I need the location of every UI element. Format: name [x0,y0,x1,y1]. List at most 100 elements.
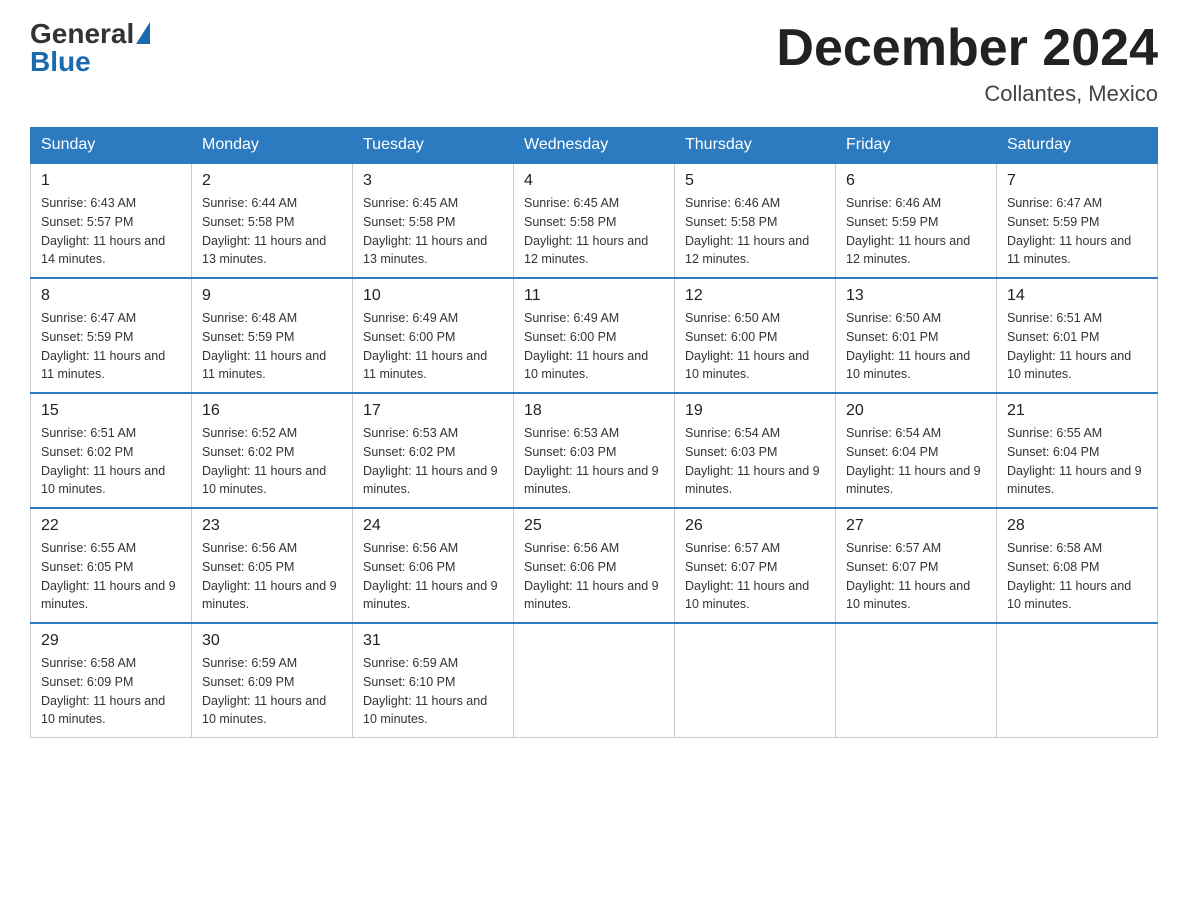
calendar-week-row: 1 Sunrise: 6:43 AMSunset: 5:57 PMDayligh… [31,163,1158,278]
day-info: Sunrise: 6:52 AMSunset: 6:02 PMDaylight:… [202,426,326,496]
day-info: Sunrise: 6:56 AMSunset: 6:06 PMDaylight:… [363,541,498,611]
day-number: 4 [524,172,664,190]
calendar-header-friday: Friday [836,128,997,164]
calendar-week-row: 22 Sunrise: 6:55 AMSunset: 6:05 PMDaylig… [31,508,1158,623]
calendar-header-row: SundayMondayTuesdayWednesdayThursdayFrid… [31,128,1158,164]
calendar-cell [675,623,836,738]
calendar-cell: 31 Sunrise: 6:59 AMSunset: 6:10 PMDaylig… [353,623,514,738]
day-info: Sunrise: 6:49 AMSunset: 6:00 PMDaylight:… [524,311,648,381]
day-info: Sunrise: 6:57 AMSunset: 6:07 PMDaylight:… [685,541,809,611]
day-info: Sunrise: 6:49 AMSunset: 6:00 PMDaylight:… [363,311,487,381]
day-info: Sunrise: 6:51 AMSunset: 6:01 PMDaylight:… [1007,311,1131,381]
calendar-week-row: 15 Sunrise: 6:51 AMSunset: 6:02 PMDaylig… [31,393,1158,508]
day-info: Sunrise: 6:43 AMSunset: 5:57 PMDaylight:… [41,196,165,266]
calendar-cell: 7 Sunrise: 6:47 AMSunset: 5:59 PMDayligh… [997,163,1158,278]
calendar-cell: 17 Sunrise: 6:53 AMSunset: 6:02 PMDaylig… [353,393,514,508]
calendar-header-wednesday: Wednesday [514,128,675,164]
day-info: Sunrise: 6:48 AMSunset: 5:59 PMDaylight:… [202,311,326,381]
calendar-cell: 23 Sunrise: 6:56 AMSunset: 6:05 PMDaylig… [192,508,353,623]
day-info: Sunrise: 6:54 AMSunset: 6:04 PMDaylight:… [846,426,981,496]
day-number: 15 [41,402,181,420]
day-number: 14 [1007,287,1147,305]
day-number: 2 [202,172,342,190]
calendar-cell: 11 Sunrise: 6:49 AMSunset: 6:00 PMDaylig… [514,278,675,393]
day-number: 30 [202,632,342,650]
day-number: 20 [846,402,986,420]
day-info: Sunrise: 6:53 AMSunset: 6:03 PMDaylight:… [524,426,659,496]
logo-triangle-icon [136,22,150,44]
day-info: Sunrise: 6:45 AMSunset: 5:58 PMDaylight:… [524,196,648,266]
day-number: 31 [363,632,503,650]
day-info: Sunrise: 6:45 AMSunset: 5:58 PMDaylight:… [363,196,487,266]
logo-general-text: General [30,20,134,48]
calendar-cell: 25 Sunrise: 6:56 AMSunset: 6:06 PMDaylig… [514,508,675,623]
day-number: 17 [363,402,503,420]
calendar-cell: 12 Sunrise: 6:50 AMSunset: 6:00 PMDaylig… [675,278,836,393]
day-info: Sunrise: 6:51 AMSunset: 6:02 PMDaylight:… [41,426,165,496]
day-info: Sunrise: 6:54 AMSunset: 6:03 PMDaylight:… [685,426,820,496]
calendar-cell: 5 Sunrise: 6:46 AMSunset: 5:58 PMDayligh… [675,163,836,278]
calendar-cell: 16 Sunrise: 6:52 AMSunset: 6:02 PMDaylig… [192,393,353,508]
day-info: Sunrise: 6:50 AMSunset: 6:00 PMDaylight:… [685,311,809,381]
calendar-cell: 13 Sunrise: 6:50 AMSunset: 6:01 PMDaylig… [836,278,997,393]
calendar-cell: 2 Sunrise: 6:44 AMSunset: 5:58 PMDayligh… [192,163,353,278]
calendar-cell: 24 Sunrise: 6:56 AMSunset: 6:06 PMDaylig… [353,508,514,623]
day-number: 12 [685,287,825,305]
calendar-header-tuesday: Tuesday [353,128,514,164]
day-info: Sunrise: 6:55 AMSunset: 6:05 PMDaylight:… [41,541,176,611]
day-number: 21 [1007,402,1147,420]
day-number: 25 [524,517,664,535]
day-number: 23 [202,517,342,535]
day-number: 13 [846,287,986,305]
calendar-cell: 14 Sunrise: 6:51 AMSunset: 6:01 PMDaylig… [997,278,1158,393]
day-info: Sunrise: 6:53 AMSunset: 6:02 PMDaylight:… [363,426,498,496]
day-number: 28 [1007,517,1147,535]
day-info: Sunrise: 6:46 AMSunset: 5:58 PMDaylight:… [685,196,809,266]
calendar-header-saturday: Saturday [997,128,1158,164]
location-subtitle: Collantes, Mexico [776,81,1158,107]
calendar-cell: 15 Sunrise: 6:51 AMSunset: 6:02 PMDaylig… [31,393,192,508]
page-header: General Blue December 2024 Collantes, Me… [30,20,1158,107]
day-info: Sunrise: 6:58 AMSunset: 6:09 PMDaylight:… [41,656,165,726]
calendar-cell [514,623,675,738]
day-number: 7 [1007,172,1147,190]
day-info: Sunrise: 6:59 AMSunset: 6:10 PMDaylight:… [363,656,487,726]
calendar-week-row: 29 Sunrise: 6:58 AMSunset: 6:09 PMDaylig… [31,623,1158,738]
calendar-cell: 19 Sunrise: 6:54 AMSunset: 6:03 PMDaylig… [675,393,836,508]
day-info: Sunrise: 6:55 AMSunset: 6:04 PMDaylight:… [1007,426,1142,496]
calendar-cell: 26 Sunrise: 6:57 AMSunset: 6:07 PMDaylig… [675,508,836,623]
day-number: 18 [524,402,664,420]
day-info: Sunrise: 6:50 AMSunset: 6:01 PMDaylight:… [846,311,970,381]
calendar-cell: 9 Sunrise: 6:48 AMSunset: 5:59 PMDayligh… [192,278,353,393]
day-number: 16 [202,402,342,420]
calendar-cell: 28 Sunrise: 6:58 AMSunset: 6:08 PMDaylig… [997,508,1158,623]
day-number: 27 [846,517,986,535]
calendar-cell: 20 Sunrise: 6:54 AMSunset: 6:04 PMDaylig… [836,393,997,508]
day-number: 22 [41,517,181,535]
day-number: 29 [41,632,181,650]
day-number: 3 [363,172,503,190]
day-info: Sunrise: 6:59 AMSunset: 6:09 PMDaylight:… [202,656,326,726]
calendar-cell: 3 Sunrise: 6:45 AMSunset: 5:58 PMDayligh… [353,163,514,278]
day-info: Sunrise: 6:56 AMSunset: 6:06 PMDaylight:… [524,541,659,611]
calendar-cell: 10 Sunrise: 6:49 AMSunset: 6:00 PMDaylig… [353,278,514,393]
day-info: Sunrise: 6:47 AMSunset: 5:59 PMDaylight:… [41,311,165,381]
calendar-cell: 21 Sunrise: 6:55 AMSunset: 6:04 PMDaylig… [997,393,1158,508]
day-number: 5 [685,172,825,190]
title-block: December 2024 Collantes, Mexico [776,20,1158,107]
calendar-cell: 6 Sunrise: 6:46 AMSunset: 5:59 PMDayligh… [836,163,997,278]
day-number: 1 [41,172,181,190]
day-number: 26 [685,517,825,535]
calendar-cell: 8 Sunrise: 6:47 AMSunset: 5:59 PMDayligh… [31,278,192,393]
calendar-cell [836,623,997,738]
day-info: Sunrise: 6:58 AMSunset: 6:08 PMDaylight:… [1007,541,1131,611]
calendar-cell: 30 Sunrise: 6:59 AMSunset: 6:09 PMDaylig… [192,623,353,738]
day-info: Sunrise: 6:44 AMSunset: 5:58 PMDaylight:… [202,196,326,266]
calendar-cell [997,623,1158,738]
calendar-cell: 1 Sunrise: 6:43 AMSunset: 5:57 PMDayligh… [31,163,192,278]
month-year-title: December 2024 [776,20,1158,77]
calendar-header-monday: Monday [192,128,353,164]
calendar-cell: 27 Sunrise: 6:57 AMSunset: 6:07 PMDaylig… [836,508,997,623]
day-number: 11 [524,287,664,305]
day-info: Sunrise: 6:56 AMSunset: 6:05 PMDaylight:… [202,541,337,611]
